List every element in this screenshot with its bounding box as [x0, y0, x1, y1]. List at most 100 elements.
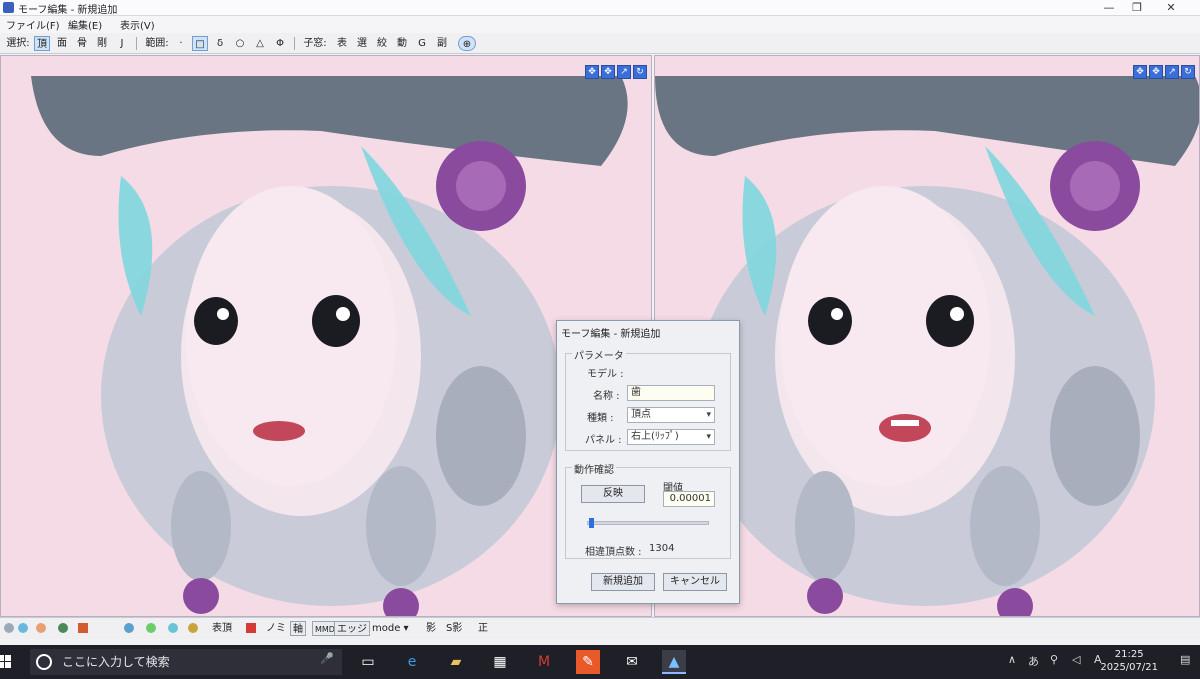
- viewport-left[interactable]: ✥ ✥ ↗ ↻: [0, 55, 652, 617]
- menu-bar: ファイル(F) 編集(E) 表示(V): [0, 16, 1200, 33]
- clock-time: 21:25: [1114, 649, 1144, 660]
- parameter-group-label: パラメータ: [572, 347, 626, 362]
- pan-icon[interactable]: ✥: [601, 65, 615, 79]
- model-label: モデル :: [587, 369, 624, 380]
- threshold-slider-thumb[interactable]: [589, 518, 595, 528]
- range-label: 範囲:: [145, 38, 169, 49]
- menu-edit[interactable]: 編集(E): [68, 17, 102, 32]
- maximize-button[interactable]: ❐: [1124, 0, 1150, 16]
- window-title: モーフ編集 - 新規追加: [18, 5, 118, 16]
- triangle-icon[interactable]: [78, 623, 88, 633]
- self-shadow-toggle[interactable]: S影: [446, 621, 462, 636]
- scale-icon[interactable]: ↗: [1165, 65, 1179, 79]
- child-window-label: 子窓:: [303, 38, 327, 49]
- clock-date: 2025/07/21: [1100, 662, 1158, 673]
- store-icon[interactable]: ▦: [488, 650, 512, 674]
- mode-select[interactable]: mode ▾: [372, 621, 409, 636]
- paint-app-icon[interactable]: ✎: [576, 650, 600, 674]
- app-icon: [3, 2, 14, 13]
- range-circle-button[interactable]: ○: [232, 36, 248, 51]
- rigid-icon[interactable]: [146, 623, 156, 633]
- chevron-down-icon: ▾: [706, 432, 711, 442]
- target-icon[interactable]: ⊕: [458, 36, 476, 51]
- nomi-toggle[interactable]: ノミ: [266, 621, 286, 636]
- axis-toggle[interactable]: 軸: [290, 621, 306, 636]
- edge-toggle[interactable]: エッジ: [334, 621, 370, 636]
- task-view-icon[interactable]: ▭: [356, 650, 380, 674]
- windows-start-icon[interactable]: [0, 655, 12, 669]
- file-explorer-icon[interactable]: ▰: [444, 650, 468, 674]
- mcafee-icon[interactable]: M: [532, 650, 556, 674]
- mail-icon[interactable]: ✉: [620, 650, 644, 674]
- select-label: 選択:: [6, 38, 30, 49]
- model-render-left: [1, 56, 651, 616]
- rotate-icon[interactable]: ↻: [633, 65, 647, 79]
- panel-select-value: 右上(ﾘｯﾌﾟ): [631, 431, 679, 442]
- cancel-button[interactable]: キャンセル: [663, 573, 727, 591]
- range-delta-button[interactable]: δ: [212, 36, 228, 51]
- menu-view[interactable]: 表示(V): [120, 17, 155, 32]
- pan-icon[interactable]: ✥: [1149, 65, 1163, 79]
- scale-icon[interactable]: ↗: [617, 65, 631, 79]
- wire-icon[interactable]: [18, 623, 28, 633]
- panel-select[interactable]: 右上(ﾘｯﾌﾟ) ▾: [627, 429, 715, 445]
- morph-edit-dialog: モーフ編集 - 新規追加 パラメータ モデル : 名称 : 歯 種類 : 頂点 …: [556, 320, 740, 604]
- range-rect-button[interactable]: □: [192, 36, 208, 51]
- view-icon[interactable]: [4, 623, 14, 633]
- viewport-left-tools: ✥ ✥ ↗ ↻: [583, 59, 647, 79]
- child-table-button[interactable]: 表: [334, 36, 350, 51]
- diff-count-label: 相違頂点数 :: [585, 547, 642, 558]
- child-sub-button[interactable]: 副: [434, 36, 450, 51]
- cortana-icon[interactable]: [36, 654, 52, 670]
- light-icon[interactable]: [36, 623, 46, 633]
- windows-taskbar: ここに入力して検索 🎤 ▭ e ▰ ▦ M ✎ ✉ ▲ ∧ あ ⚲ ◁ A 21…: [0, 645, 1200, 679]
- close-button[interactable]: ✕: [1158, 0, 1184, 16]
- shadow-toggle[interactable]: 影: [426, 621, 436, 636]
- minimize-button[interactable]: —: [1096, 0, 1122, 16]
- notification-icon[interactable]: ▤: [1180, 653, 1190, 666]
- tray-chevron-icon[interactable]: ∧: [1008, 653, 1016, 666]
- point-icon[interactable]: [58, 623, 68, 633]
- network-icon[interactable]: ⚲: [1050, 653, 1058, 666]
- select-joint-button[interactable]: J: [114, 36, 130, 51]
- show-vertex-toggle[interactable]: 表頂: [212, 621, 232, 636]
- child-select-button[interactable]: 選: [354, 36, 370, 51]
- add-new-button[interactable]: 新規追加: [591, 573, 655, 591]
- joint-icon[interactable]: [168, 623, 178, 633]
- name-label: 名称 :: [593, 391, 620, 402]
- threshold-input[interactable]: 0.00001: [663, 491, 715, 507]
- ime-icon[interactable]: あ: [1028, 653, 1039, 669]
- select-bone-button[interactable]: 骨: [74, 36, 90, 51]
- edge-browser-icon[interactable]: e: [400, 650, 424, 674]
- select-face-button[interactable]: 面: [54, 36, 70, 51]
- rotate-icon[interactable]: ↻: [1181, 65, 1195, 79]
- pmx-editor-taskbar-icon[interactable]: ▲: [662, 650, 686, 674]
- range-triangle-button[interactable]: △: [252, 36, 268, 51]
- move-icon[interactable]: ✥: [1133, 65, 1147, 79]
- child-filter-button[interactable]: 絞: [374, 36, 390, 51]
- move-icon[interactable]: ✥: [585, 65, 599, 79]
- type-select[interactable]: 頂点 ▾: [627, 407, 715, 423]
- name-input[interactable]: 歯: [627, 385, 715, 401]
- diff-count-value: 1304: [649, 543, 675, 554]
- select-rigid-button[interactable]: 剛: [94, 36, 110, 51]
- bone-icon[interactable]: [124, 623, 134, 633]
- taskbar-search-input[interactable]: ここに入力して検索: [30, 649, 342, 675]
- child-g-button[interactable]: G: [414, 36, 430, 51]
- range-point-button[interactable]: ·: [174, 36, 188, 51]
- morph-icon[interactable]: [188, 623, 198, 633]
- taskbar-clock[interactable]: 21:25 2025/07/21: [1100, 648, 1158, 674]
- volume-icon[interactable]: ◁: [1072, 653, 1080, 666]
- child-motion-button[interactable]: 動: [394, 36, 410, 51]
- mode-select-label: mode: [372, 623, 401, 634]
- threshold-slider-track[interactable]: [587, 521, 709, 525]
- invert-button[interactable]: 反映: [581, 485, 645, 503]
- menu-file[interactable]: ファイル(F): [6, 17, 60, 32]
- ortho-toggle[interactable]: 正: [478, 621, 488, 636]
- toolbar-separator: [136, 37, 137, 50]
- microphone-icon[interactable]: 🎤: [320, 652, 334, 665]
- select-vertex-button[interactable]: 頂: [34, 36, 50, 51]
- range-phi-button[interactable]: Φ: [272, 36, 288, 51]
- panel-label: パネル :: [585, 435, 622, 446]
- color-icon[interactable]: [246, 623, 256, 633]
